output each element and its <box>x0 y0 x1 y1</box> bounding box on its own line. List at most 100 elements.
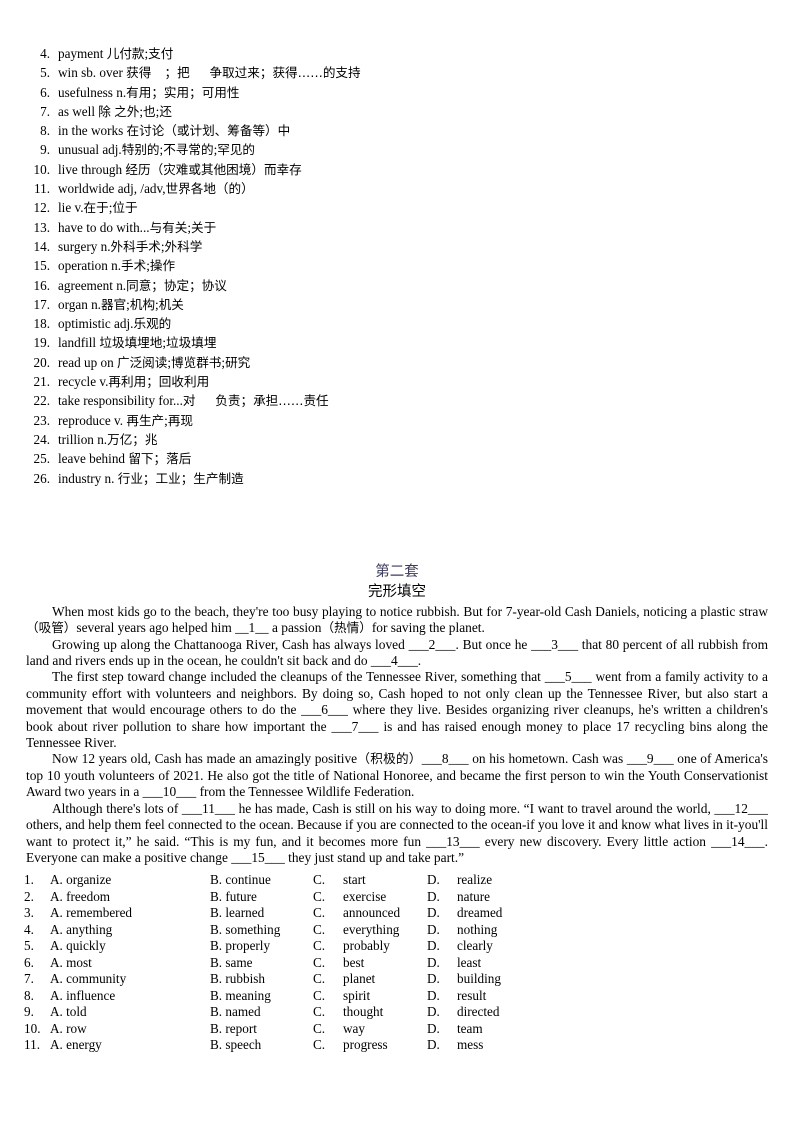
option-choice-b[interactable]: B. continue <box>210 872 313 889</box>
vocabulary-item-number: 5. <box>40 65 50 81</box>
option-choice-d[interactable]: D. realize <box>427 872 492 889</box>
option-choice-c[interactable]: C. progress <box>313 1037 427 1054</box>
option-row: 9. A. told B. named C. thought D. directed <box>24 1004 770 1021</box>
option-choice-b[interactable]: B. same <box>210 955 313 972</box>
option-choice-b[interactable]: B. properly <box>210 938 313 955</box>
option-choice-d[interactable]: D. team <box>427 1021 483 1038</box>
option-choice-a[interactable]: A. energy <box>50 1037 210 1054</box>
vocabulary-item-text: read up on 广泛阅读;博览群书;研究 <box>58 354 251 370</box>
vocabulary-item: 8. in the works 在讨论（或计划、筹备等）中 <box>24 121 770 140</box>
option-letter-d: D. <box>427 1020 440 1036</box>
option-choice-d[interactable]: D. clearly <box>427 938 493 955</box>
option-text-d: dreamed <box>457 905 503 921</box>
option-choice-b[interactable]: B. something <box>210 922 313 939</box>
passage-paragraph: The first step toward change included th… <box>26 669 768 751</box>
cloze-blank: ___13___ <box>426 833 480 849</box>
vocabulary-item-number: 14. <box>33 238 50 254</box>
option-choice-b[interactable]: B. rubbish <box>210 971 313 988</box>
vocabulary-item-number: 16. <box>33 277 50 293</box>
vocabulary-item-text: lie v.在于;位于 <box>58 200 138 216</box>
option-text-c: best <box>343 954 365 970</box>
option-letter-d: D. <box>427 971 440 987</box>
option-choice-c[interactable]: C. start <box>313 872 427 889</box>
option-row: 11. A. energy B. speech C. progress D. mess <box>24 1037 770 1054</box>
option-choice-d[interactable]: D. result <box>427 988 486 1005</box>
option-letter-d: D. <box>427 872 440 888</box>
option-choice-c[interactable]: C. exercise <box>313 889 427 906</box>
option-choice-b[interactable]: B. report <box>210 1021 313 1038</box>
option-letter-d: D. <box>427 954 440 970</box>
option-letter-d: D. <box>427 905 440 921</box>
cloze-blank: ___9___ <box>626 751 674 767</box>
option-choice-d[interactable]: D. least <box>427 955 481 972</box>
cloze-blank: ___2___ <box>408 636 456 652</box>
vocabulary-item: 15. operation n.手术;操作 <box>24 256 770 275</box>
option-choice-a[interactable]: A. quickly <box>50 938 210 955</box>
option-row: 5. A. quickly B. properly C. probably D. clear… <box>24 938 770 955</box>
cloze-blank: ___15___ <box>231 849 285 865</box>
option-text-c: start <box>343 872 366 888</box>
option-letter-c: C. <box>313 888 326 904</box>
option-choice-d[interactable]: D. directed <box>427 1004 499 1021</box>
vocabulary-item: 5. win sb. over 获得 ；把 争取过来；获得……的支持 <box>24 63 770 82</box>
vocabulary-item-number: 24. <box>33 431 50 447</box>
vocabulary-item-text: take responsibility for...对 负责；承担……责任 <box>58 393 329 409</box>
option-choice-c[interactable]: C. announced <box>313 905 427 922</box>
vocabulary-item: 6. usefulness n.有用；实用；可用性 <box>24 83 770 102</box>
option-choice-d[interactable]: D. nature <box>427 889 490 906</box>
option-text-c: exercise <box>343 888 387 904</box>
vocabulary-item-number: 26. <box>33 470 50 486</box>
option-choice-c[interactable]: C. spirit <box>313 988 427 1005</box>
option-choice-d[interactable]: D. mess <box>427 1037 483 1054</box>
vocabulary-item: 22. take responsibility for...对 负责；承担……责任 <box>24 391 770 410</box>
option-choice-b[interactable]: B. meaning <box>210 988 313 1005</box>
option-choice-a[interactable]: A. row <box>50 1021 210 1038</box>
option-choice-c[interactable]: C. planet <box>313 971 427 988</box>
option-choice-d[interactable]: D. building <box>427 971 501 988</box>
option-text-c: everything <box>343 921 400 937</box>
passage-paragraph: Growing up along the Chattanooga River, … <box>26 636 768 669</box>
option-choice-c[interactable]: C. thought <box>313 1004 427 1021</box>
option-choice-c[interactable]: C. everything <box>313 922 427 939</box>
option-choice-a[interactable]: A. most <box>50 955 210 972</box>
option-choice-d[interactable]: D. nothing <box>427 922 497 939</box>
options-list: 1. A. organize B. continue C. start D. realize… <box>24 872 770 1054</box>
section-heading: 第二套 完形填空 <box>24 562 770 602</box>
vocabulary-item-number: 13. <box>33 219 50 235</box>
vocabulary-item-number: 18. <box>33 316 50 332</box>
option-text-d: team <box>457 1020 483 1036</box>
vocabulary-item: 24. trillion n.万亿；兆 <box>24 430 770 449</box>
option-choice-a[interactable]: A. anything <box>50 922 210 939</box>
option-text-c: spirit <box>343 987 371 1003</box>
option-text-c: way <box>343 1020 365 1036</box>
option-choice-a[interactable]: A. remembered <box>50 905 210 922</box>
cloze-blank: ___14___ <box>711 833 765 849</box>
option-choice-c[interactable]: C. best <box>313 955 427 972</box>
cloze-blank: ___4___ <box>370 653 418 669</box>
option-text-c: probably <box>343 938 390 954</box>
option-choice-b[interactable]: B. named <box>210 1004 313 1021</box>
option-choice-c[interactable]: C. probably <box>313 938 427 955</box>
option-row-number: 2. <box>24 888 34 904</box>
vocabulary-item: 17. organ n.器官;机构;机关 <box>24 295 770 314</box>
option-choice-a[interactable]: A. told <box>50 1004 210 1021</box>
option-letter-c: C. <box>313 987 326 1003</box>
option-row-number: 8. <box>24 987 34 1003</box>
option-choice-d[interactable]: D. dreamed <box>427 905 502 922</box>
option-choice-a[interactable]: A. organize <box>50 872 210 889</box>
option-choice-a[interactable]: A. community <box>50 971 210 988</box>
option-choice-b[interactable]: B. speech <box>210 1037 313 1054</box>
vocabulary-item-number: 25. <box>33 451 50 467</box>
option-letter-d: D. <box>427 921 440 937</box>
option-choice-a[interactable]: A. freedom <box>50 889 210 906</box>
vocabulary-item-text: in the works 在讨论（或计划、筹备等）中 <box>58 123 291 139</box>
option-choice-a[interactable]: A. influence <box>50 988 210 1005</box>
option-choice-b[interactable]: B. learned <box>210 905 313 922</box>
vocabulary-item: 10. live through 经历（灾难或其他困境）而幸存 <box>24 160 770 179</box>
vocabulary-item-text: payment 儿付款;支付 <box>58 46 174 61</box>
option-choice-c[interactable]: C. way <box>313 1021 427 1038</box>
vocabulary-item: 25. leave behind 留下；落后 <box>24 449 770 468</box>
vocabulary-item-text: worldwide adj, /adv,世界各地（的） <box>58 181 254 197</box>
option-choice-b[interactable]: B. future <box>210 889 313 906</box>
option-letter-c: C. <box>313 1020 326 1036</box>
